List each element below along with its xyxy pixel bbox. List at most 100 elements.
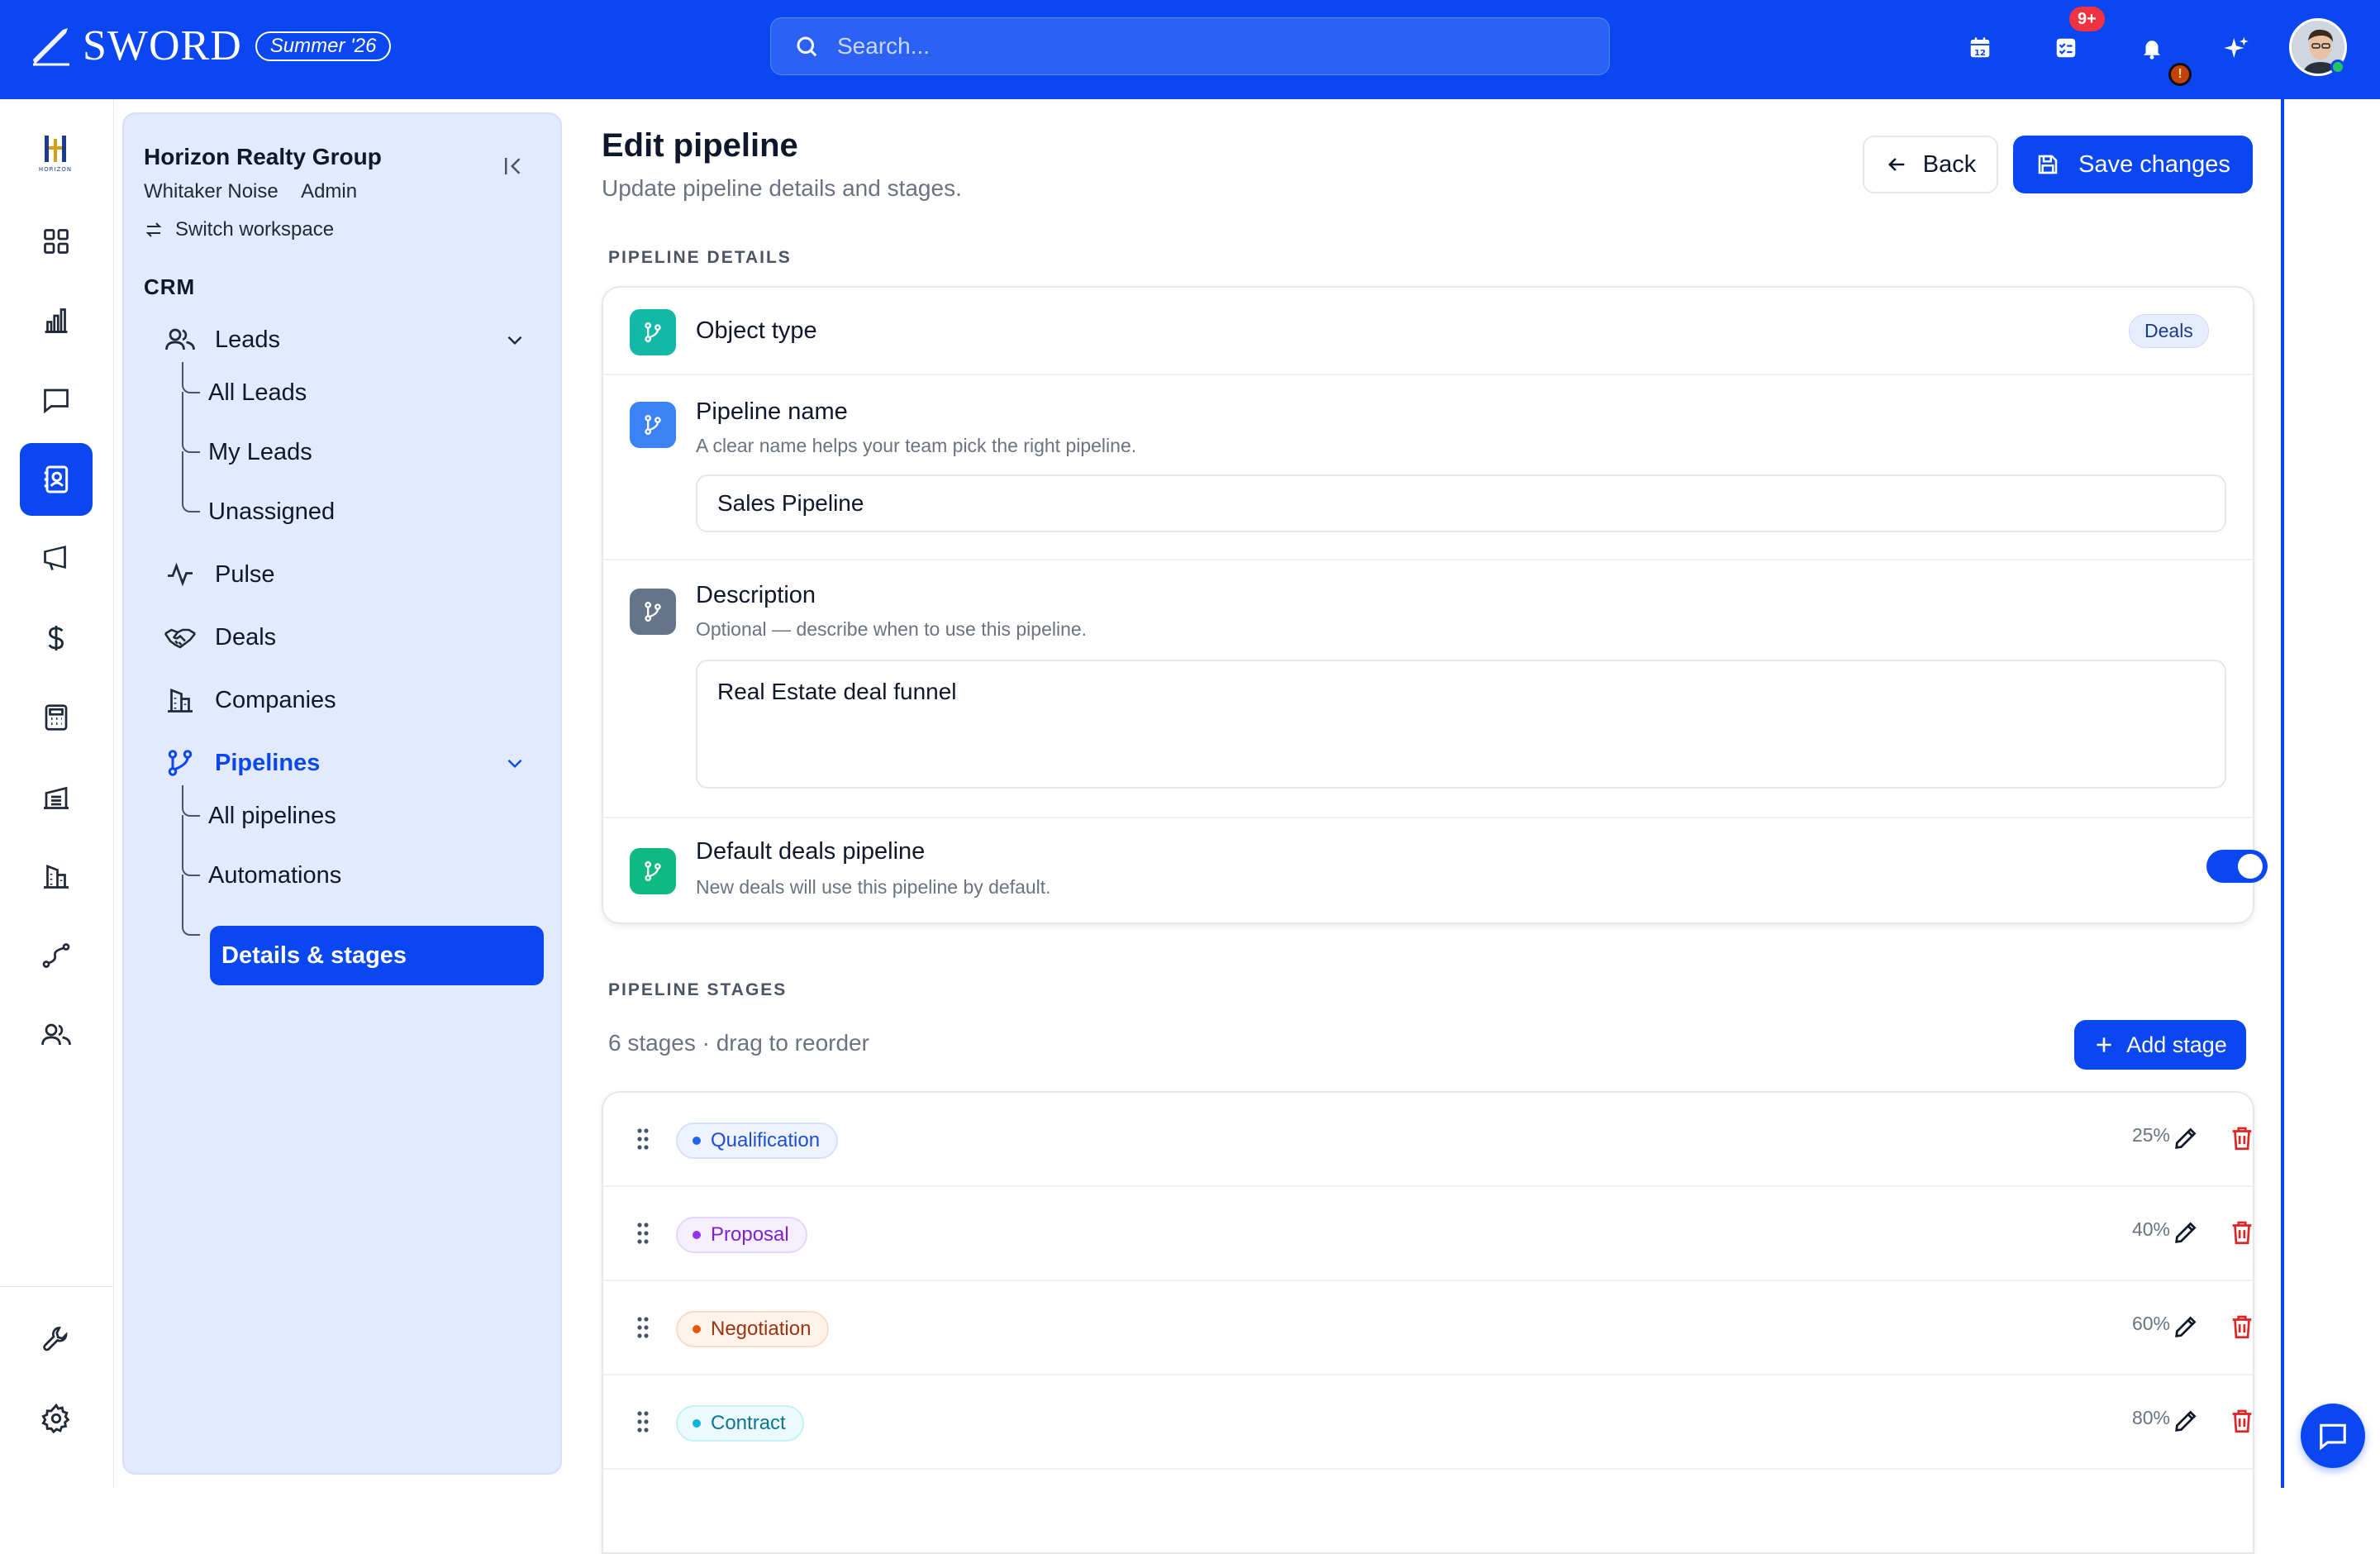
delete-stage-button[interactable]	[2228, 1407, 2256, 1435]
grip-icon	[637, 1223, 649, 1244]
release-badge: Summer '26	[255, 31, 392, 61]
rail-settings[interactable]	[20, 1382, 93, 1455]
rail-analytics[interactable]	[20, 284, 93, 357]
stage-row[interactable]: Negotiation 60%	[603, 1281, 2253, 1375]
object-type-label: Object type	[696, 317, 817, 344]
rail-routes[interactable]	[20, 919, 93, 992]
nav-all-leads[interactable]: All Leads	[208, 372, 307, 413]
drag-handle[interactable]	[636, 1127, 650, 1151]
rail-tools[interactable]	[20, 1303, 93, 1375]
delete-stage-button[interactable]	[2228, 1313, 2256, 1341]
pipeline-details-label: PIPELINE DETAILS	[608, 248, 792, 267]
chat-button[interactable]	[2301, 1404, 2365, 1468]
tree-connector	[182, 392, 200, 453]
edit-stage-button[interactable]	[2172, 1407, 2200, 1435]
nav-automations[interactable]: Automations	[208, 855, 341, 896]
buildings-icon	[44, 865, 69, 889]
nav-pipelines[interactable]: Pipelines	[164, 742, 320, 784]
drag-handle[interactable]	[636, 1316, 650, 1339]
stage-row[interactable]: Proposal 40%	[603, 1187, 2253, 1281]
pipelines-expand-toggle[interactable]	[504, 752, 526, 774]
user-name: Whitaker Noise	[144, 180, 278, 203]
calendar-icon: 12	[1970, 37, 1990, 58]
page-subtitle: Update pipeline details and stages.	[602, 175, 962, 201]
rail-calculator[interactable]	[20, 681, 93, 754]
default-pipeline-toggle[interactable]	[2206, 850, 2268, 883]
contacts-icon	[44, 465, 69, 493]
tree-connector	[182, 875, 200, 936]
wrench-icon	[43, 1327, 68, 1351]
nav-companies[interactable]: Companies	[164, 679, 336, 721]
team-icon	[41, 1023, 71, 1046]
stage-name: Qualification	[711, 1129, 821, 1151]
save-changes-button[interactable]: Save changes	[2013, 136, 2253, 193]
rail-divider	[0, 1286, 114, 1287]
save-label: Save changes	[2078, 150, 2230, 178]
drag-handle[interactable]	[636, 1222, 650, 1245]
branch-icon	[645, 860, 661, 882]
rail-messages[interactable]	[20, 364, 93, 436]
rail-buildings[interactable]	[20, 840, 93, 913]
stage-row[interactable]: Qualification 25%	[603, 1093, 2253, 1187]
leads-expand-toggle[interactable]	[504, 329, 526, 350]
delete-stage-button[interactable]	[2228, 1218, 2256, 1247]
pipeline-name-input[interactable]	[696, 474, 2226, 532]
switch-workspace-button[interactable]: Switch workspace	[144, 218, 334, 241]
edit-stage-button[interactable]	[2172, 1124, 2200, 1152]
trash-icon	[2232, 1409, 2252, 1433]
add-stage-button[interactable]: Add stage	[2074, 1020, 2246, 1070]
object-type-row: Object type Deals	[603, 288, 2253, 375]
calendar-button[interactable]: 12	[1962, 30, 1998, 66]
edit-stage-button[interactable]	[2172, 1313, 2200, 1341]
pipeline-name-help: A clear name helps your team pick the ri…	[696, 435, 1137, 456]
chevron-down-icon	[507, 336, 522, 346]
collapse-panel-button[interactable]	[501, 154, 526, 179]
rail-contacts[interactable]	[20, 443, 93, 516]
description-help: Optional — describe when to use this pip…	[696, 618, 1088, 640]
global-search[interactable]	[770, 17, 1610, 75]
nav-pulse-label: Pulse	[215, 560, 275, 588]
pipeline-stages-label: PIPELINE STAGES	[608, 980, 788, 999]
search-input[interactable]	[837, 33, 1581, 60]
app-logo[interactable]: SWORD Summer '26	[33, 21, 392, 71]
chat-icon	[2320, 1423, 2346, 1451]
description-textarea[interactable]: Real Estate deal funnel	[696, 660, 2226, 789]
stage-row[interactable]: Contract 80%	[603, 1375, 2253, 1470]
pipeline-name-icon-box	[630, 402, 676, 448]
back-button[interactable]: Back	[1863, 136, 1998, 193]
alert-badge: !	[2168, 63, 2192, 86]
notifications-button[interactable]	[2134, 30, 2170, 66]
stage-name: Contract	[711, 1412, 786, 1434]
nav-leads-label: Leads	[215, 326, 281, 353]
rail-dashboard[interactable]	[20, 205, 93, 278]
tasks-button[interactable]	[2048, 30, 2084, 66]
drag-handle[interactable]	[636, 1410, 650, 1433]
pipeline-name-label: Pipeline name	[696, 398, 848, 425]
edit-stage-button[interactable]	[2172, 1218, 2200, 1247]
nav-all-pipelines[interactable]: All pipelines	[208, 795, 336, 837]
plus-icon	[2097, 1037, 2111, 1052]
rail-finance[interactable]	[20, 602, 93, 675]
nav-deals[interactable]: Deals	[164, 617, 276, 658]
rail-campaigns[interactable]	[20, 522, 93, 595]
rail-warehouse[interactable]	[20, 760, 93, 833]
rail-team[interactable]	[20, 999, 93, 1071]
search-icon	[797, 36, 817, 57]
object-type-icon-box	[630, 309, 676, 355]
nav-pulse[interactable]: Pulse	[164, 554, 275, 595]
app-rail: HORIZON	[0, 99, 114, 1488]
nav-leads[interactable]: Leads	[164, 319, 280, 360]
trash-icon	[2232, 1315, 2252, 1339]
nav-details-stages[interactable]: Details & stages	[210, 926, 544, 985]
analytics-icon	[45, 308, 68, 333]
nav-unassigned[interactable]: Unassigned	[208, 491, 335, 532]
nav-my-leads[interactable]: My Leads	[208, 431, 312, 473]
workspace-logo[interactable]: HORIZON	[26, 132, 84, 174]
delete-stage-button[interactable]	[2228, 1124, 2256, 1152]
messages-icon	[44, 388, 69, 414]
tree-connector	[182, 451, 200, 512]
ai-assistant-button[interactable]	[2218, 30, 2254, 66]
arrow-left-icon	[1887, 158, 1905, 171]
grip-icon	[637, 1411, 649, 1432]
users-icon	[165, 328, 195, 350]
